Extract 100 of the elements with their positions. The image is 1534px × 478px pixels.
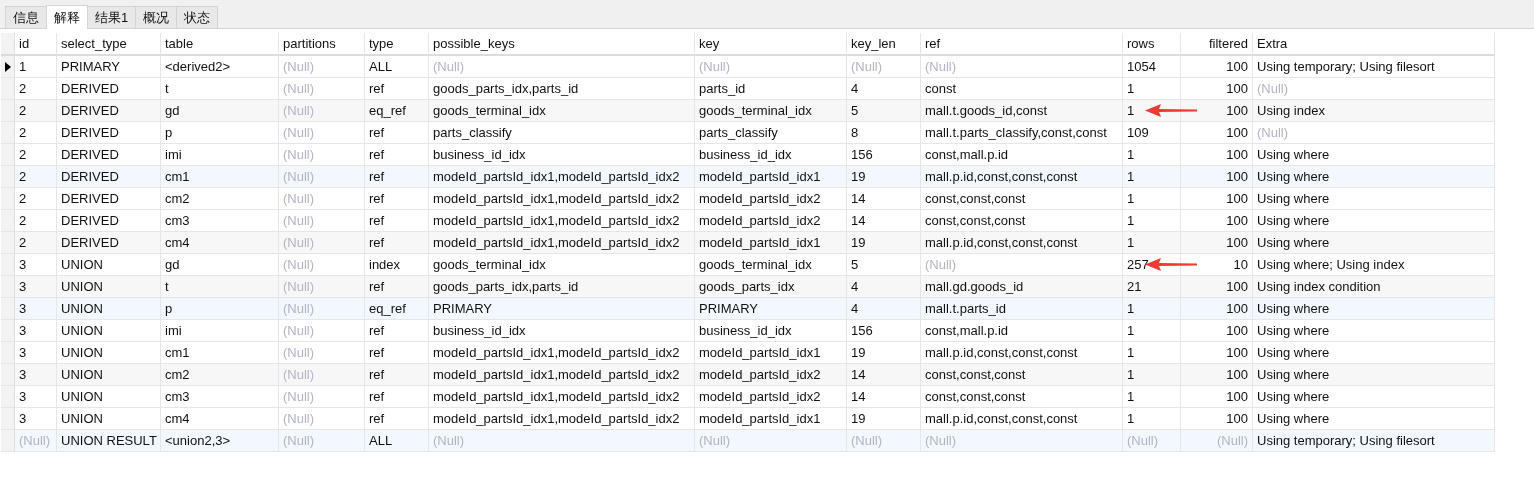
column-header[interactable]: partitions (279, 33, 365, 56)
null-value: (Null) (925, 432, 957, 450)
table-cell-text: ref (369, 366, 385, 384)
tab[interactable]: 信息 (5, 6, 47, 28)
column-header[interactable]: id (15, 33, 57, 56)
table-cell-text: 100 (1226, 212, 1248, 230)
null-value: (Null) (283, 190, 315, 208)
null-value: (Null) (1257, 124, 1289, 142)
table-cell-text: Using temporary; Using filesort (1257, 432, 1435, 450)
table-cell-text: business_id_idx (699, 322, 792, 340)
table-row[interactable]: 2 DERIVED gd (Null) eq_ref goods_terminal_idx goods_terminal_idx 5 mall.t.goods_id,const 1 100 Using index (1, 100, 1495, 122)
table-cell-text: goods_terminal_idx (699, 102, 812, 120)
column-header[interactable]: filtered (1181, 33, 1253, 56)
tab[interactable]: 结果1 (87, 6, 137, 28)
row-header (1, 122, 15, 144)
table-cell-text: cm1 (165, 168, 190, 186)
null-value: (Null) (433, 58, 465, 76)
table-cell-text: ref (369, 278, 385, 296)
table-cell-text: modeId_partsId_idx1 (699, 234, 821, 252)
table-cell-text: 19 (851, 410, 866, 428)
table-cell-text: DERIVED (61, 124, 119, 142)
table-cell-text: ref (369, 146, 385, 164)
null-value: (Null) (283, 168, 315, 186)
table-row[interactable]: 2 DERIVED cm2 (Null) ref modeId_partsId_idx1,modeId_partsId_idx2 modeId_partsId_idx2 14 const,const,const 1 100 Using where (1, 188, 1495, 210)
table-cell-text: ref (369, 190, 385, 208)
table-cell-text: 1 (1127, 300, 1135, 318)
table-cell-text: cm1 (165, 344, 190, 362)
table-cell-text: ALL (369, 58, 393, 76)
column-header[interactable]: key_len (847, 33, 921, 56)
table-cell-text: 100 (1226, 80, 1248, 98)
table-cell-text: 1 (1127, 80, 1135, 98)
column-header[interactable]: Extra (1253, 33, 1495, 56)
table-cell-text: mall.gd.goods_id (925, 278, 1024, 296)
column-header[interactable]: possible_keys (429, 33, 695, 56)
table-cell-text: 3 (19, 300, 27, 318)
row-header (1, 188, 15, 210)
table-cell-text: imi (165, 146, 182, 164)
table-cell-text: goods_terminal_idx (699, 256, 812, 274)
table-row[interactable]: 1 PRIMARY <derived2> (Null) ALL (Null) (Null) (Null) (Null) 1054 100 Using temporary; Using filesort (1, 56, 1495, 78)
table-row[interactable]: (Null) UNION RESULT <union2,3> (Null) ALL (Null) (Null) (Null) (Null) (Null) (Null) Using temporary; Using filesort (1, 430, 1495, 452)
table-row[interactable]: 3 UNION imi (Null) ref business_id_idx business_id_idx 156 const,mall.p.id 1 100 Using where (1, 320, 1495, 342)
null-value: (Null) (283, 432, 315, 450)
table-row[interactable]: 3 UNION t (Null) ref goods_parts_idx,parts_id goods_parts_idx 4 mall.gd.goods_id 21 100 Using index condition (1, 276, 1495, 298)
table-cell-text: 4 (851, 278, 859, 296)
table-cell-text: const (925, 80, 957, 98)
table-cell-text: t (165, 278, 169, 296)
table-cell-text: goods_parts_idx,parts_id (433, 278, 579, 296)
null-value: (Null) (699, 58, 731, 76)
table-cell-text: 3 (19, 278, 27, 296)
table-cell-text: Using where (1257, 212, 1330, 230)
table-cell-text: 3 (19, 322, 27, 340)
table-cell-text: 257 (1127, 256, 1149, 274)
column-header[interactable]: key (695, 33, 847, 56)
table-row[interactable]: 3 UNION p (Null) eq_ref PRIMARY PRIMARY 4 mall.t.parts_id 1 100 Using where (1, 298, 1495, 320)
table-cell-text: UNION (61, 322, 103, 340)
column-header[interactable]: ref (921, 33, 1123, 56)
table-row[interactable]: 3 UNION cm3 (Null) ref modeId_partsId_idx1,modeId_partsId_idx2 modeId_partsId_idx2 14 const,const,const 1 100 Using where (1, 386, 1495, 408)
table-cell-text: Using index (1257, 102, 1325, 120)
null-value: (Null) (925, 58, 957, 76)
null-value: (Null) (283, 124, 315, 142)
tab[interactable]: 概况 (135, 6, 178, 28)
table-cell-text: 1 (1127, 322, 1135, 340)
table-cell-text: cm4 (165, 234, 190, 252)
table-cell-text: 100 (1226, 190, 1248, 208)
null-value: (Null) (283, 146, 315, 164)
table-row[interactable]: 3 UNION cm2 (Null) ref modeId_partsId_idx1,modeId_partsId_idx2 modeId_partsId_idx2 14 const,const,const 1 100 Using where (1, 364, 1495, 386)
row-header (1, 144, 15, 166)
table-cell-text: <derived2> (165, 58, 231, 76)
table-cell-text: eq_ref (369, 300, 406, 318)
column-header[interactable]: rows (1123, 33, 1181, 56)
table-cell-text: Using where (1257, 234, 1330, 252)
tab[interactable]: 状态 (176, 6, 219, 28)
table-cell-text: cm4 (165, 410, 190, 428)
row-header (1, 408, 15, 430)
table-cell-text: mall.p.id,const,const,const (925, 410, 1078, 428)
row-header (1, 210, 15, 232)
column-header[interactable]: select_type (57, 33, 161, 56)
null-value: (Null) (925, 256, 957, 274)
table-cell-text: ref (369, 322, 385, 340)
table-cell-text: 100 (1226, 58, 1248, 76)
table-cell-text: 2 (19, 190, 27, 208)
table-cell-text: 4 (851, 80, 859, 98)
table-cell-text: UNION (61, 278, 103, 296)
row-header (1, 342, 15, 364)
column-header[interactable]: table (161, 33, 279, 56)
column-header[interactable]: type (365, 33, 429, 56)
table-cell-text: Using where (1257, 388, 1330, 406)
table-row[interactable]: 2 DERIVED p (Null) ref parts_classify parts_classify 8 mall.t.parts_classify,const,const 109 100 (Null) (1, 122, 1495, 144)
table-cell-text: modeId_partsId_idx1,modeId_partsId_idx2 (433, 344, 680, 362)
table-row[interactable]: 2 DERIVED cm4 (Null) ref modeId_partsId_idx1,modeId_partsId_idx2 modeId_partsId_idx1 19 mall.p.id,const,const,const 1 100 Using where (1, 232, 1495, 254)
table-cell-text: 1 (1127, 388, 1135, 406)
table-row[interactable]: 2 DERIVED cm1 (Null) ref modeId_partsId_idx1,modeId_partsId_idx2 modeId_partsId_idx1 19 mall.p.id,const,const,const 1 100 Using where (1, 166, 1495, 188)
table-cell-text: 1 (1127, 212, 1135, 230)
table-cell-text: 8 (851, 124, 859, 142)
null-value: (Null) (283, 80, 315, 98)
null-value: (Null) (283, 300, 315, 318)
table-cell-text: 5 (851, 256, 859, 274)
row-header (1, 386, 15, 408)
tab[interactable]: 解释 (46, 5, 88, 29)
table-cell-text: mall.p.id,const,const,const (925, 168, 1078, 186)
